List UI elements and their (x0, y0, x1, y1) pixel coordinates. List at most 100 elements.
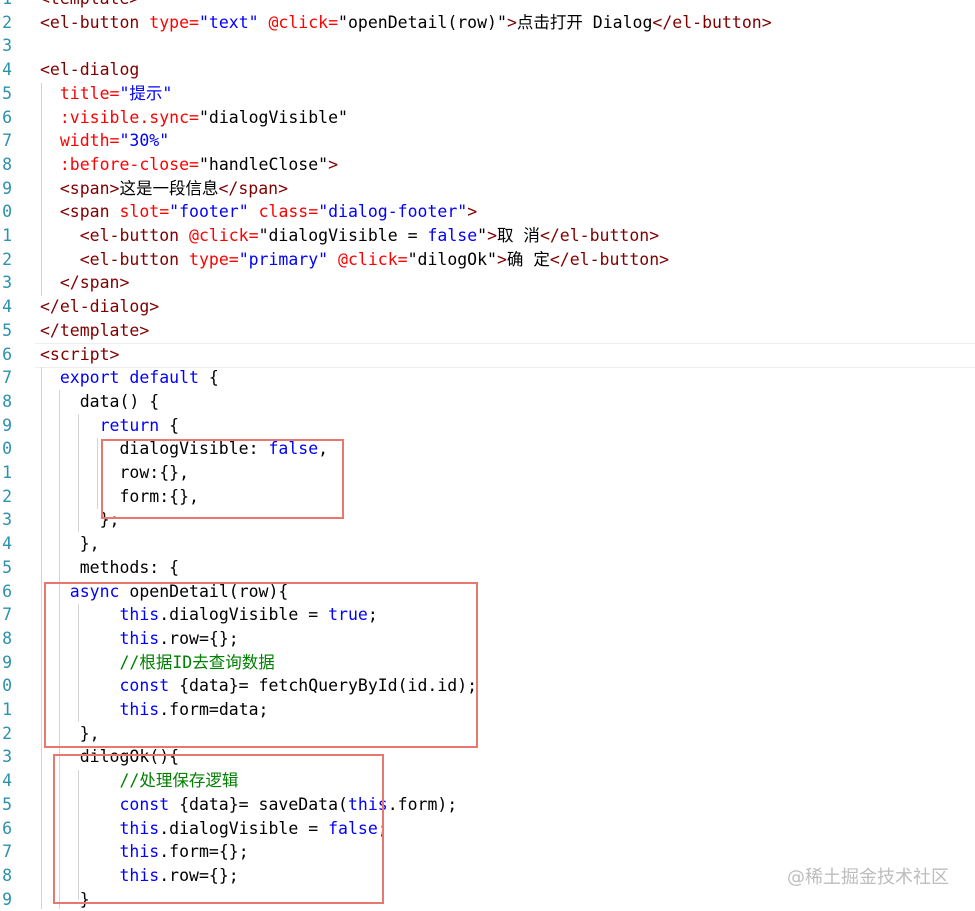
code-token: @click= (258, 12, 339, 32)
line-number: 3 (2, 273, 12, 293)
line-number: 3 (2, 510, 12, 530)
line-number: 8 (2, 391, 12, 411)
code-token: <el-dialog (40, 60, 140, 80)
code-token: title= (40, 83, 120, 103)
code-text: <script> (40, 343, 119, 367)
code-text: <span>这是一段信息</span> (40, 177, 288, 201)
code-token: return (40, 415, 160, 435)
line-number: 6 (2, 581, 12, 601)
code-token: </span> (40, 273, 130, 293)
line-number: 4 (2, 60, 12, 80)
line-number: 9 (2, 178, 12, 198)
code-token: class= (248, 202, 319, 222)
code-token: <el-button (40, 226, 180, 245)
code-line: 7 export default { (0, 366, 975, 390)
code-text: <span slot="footer" class="dialog-footer… (40, 200, 477, 224)
code-token: </el-button> (549, 249, 670, 269)
line-number: 8 (2, 154, 12, 174)
code-token: "提示" (119, 83, 173, 103)
code-line: 1 <el-button @click="dialogVisible = fal… (0, 224, 975, 248)
code-line: 5 </template> (0, 319, 975, 343)
code-token: { (198, 368, 219, 388)
line-number: 5 (2, 794, 12, 814)
code-text: :before-close="handleClose"> (40, 153, 338, 177)
line-number: 1 (2, 463, 12, 482)
code-line: 2 <el-button type="primary" @click="dilo… (0, 248, 975, 272)
line-number: 0 (2, 439, 12, 459)
code-token: data() { (40, 391, 160, 411)
code-token: "footer" (169, 202, 249, 222)
line-number: 3 (2, 36, 12, 56)
code-line: 3 (0, 34, 975, 58)
highlight-box-data-fields (101, 439, 344, 519)
code-token: <script> (40, 344, 120, 364)
code-token: width= (40, 131, 120, 151)
code-text: <el-dialog (40, 58, 139, 82)
code-token: .form); (387, 794, 458, 814)
code-token: "dilogOk" (407, 249, 497, 269)
line-number: 4 (2, 297, 12, 317)
code-token: "openDetail(row)" (338, 12, 507, 32)
line-number: 6 (2, 344, 12, 364)
line-number: 6 (2, 818, 12, 838)
code-line: 0 <span slot="footer" class="dialog-foot… (0, 200, 975, 224)
code-text: </template> (40, 319, 149, 343)
code-token: export default (40, 368, 199, 388)
code-editor[interactable]: 1<template>2<el-button type="text" @clic… (0, 0, 975, 909)
code-token: <span (40, 202, 110, 222)
code-token: type= (139, 12, 199, 32)
code-line: 6 <script> (0, 343, 975, 367)
code-text: return { (40, 414, 180, 438)
line-number: 2 (2, 723, 12, 743)
code-token: </template> (40, 320, 150, 340)
line-number: 5 (2, 83, 12, 103)
line-number: 7 (2, 368, 12, 388)
code-token: </span> (218, 178, 289, 198)
code-token: "dialog-footer" (318, 202, 468, 222)
indent-guide (41, 83, 42, 296)
code-token: <template> (40, 0, 139, 8)
code-text: title="提示" (40, 82, 173, 106)
line-number: 2 (2, 249, 12, 269)
code-text: }, (40, 532, 100, 556)
code-token: 取 消 (497, 226, 540, 245)
code-text: <template> (40, 0, 139, 11)
highlight-box-open-detail (44, 582, 478, 748)
line-number: 8 (2, 628, 12, 648)
code-token: </el-button> (539, 226, 660, 245)
code-token: > (506, 12, 517, 32)
code-token: > (487, 226, 497, 245)
code-token: > (328, 154, 339, 174)
code-token: "primary" (238, 249, 329, 269)
code-token: > (496, 249, 507, 269)
line-number: 7 (2, 131, 12, 151)
indent-guide (97, 438, 98, 509)
code-line: 1 <template> (0, 0, 975, 11)
code-token: " (477, 226, 488, 245)
line-number: 1 (2, 226, 12, 245)
code-token: "30%" (119, 131, 170, 151)
code-line: 7 width="30%" (0, 129, 975, 153)
code-text: </span> (40, 271, 130, 295)
code-token: <el-button (40, 249, 180, 269)
code-token: "dialogVisible" (198, 107, 348, 127)
line-number: 7 (2, 605, 12, 625)
code-token: :before-close= (40, 154, 199, 174)
line-number: 2 (2, 12, 12, 32)
code-token: }, (40, 534, 100, 554)
code-token: "dialogVisible = (258, 226, 428, 245)
highlight-box-dilog-ok (53, 754, 384, 904)
line-number: 0 (2, 676, 12, 696)
code-line: 6 :visible.sync="dialogVisible" (0, 106, 975, 130)
code-line: 9 <span>这是一段信息</span> (0, 177, 975, 201)
code-token: "handleClose" (198, 154, 329, 174)
code-text: methods: { (40, 556, 179, 580)
line-number: 0 (2, 202, 12, 222)
code-token: "text" (198, 12, 259, 32)
code-token: false (427, 226, 478, 245)
line-number: 9 (2, 652, 12, 672)
code-line: 5 methods: { (0, 556, 975, 580)
watermark: @稀土掘金技术社区 (787, 867, 949, 888)
line-number: 9 (2, 415, 12, 435)
code-line: 5 title="提示" (0, 82, 975, 106)
